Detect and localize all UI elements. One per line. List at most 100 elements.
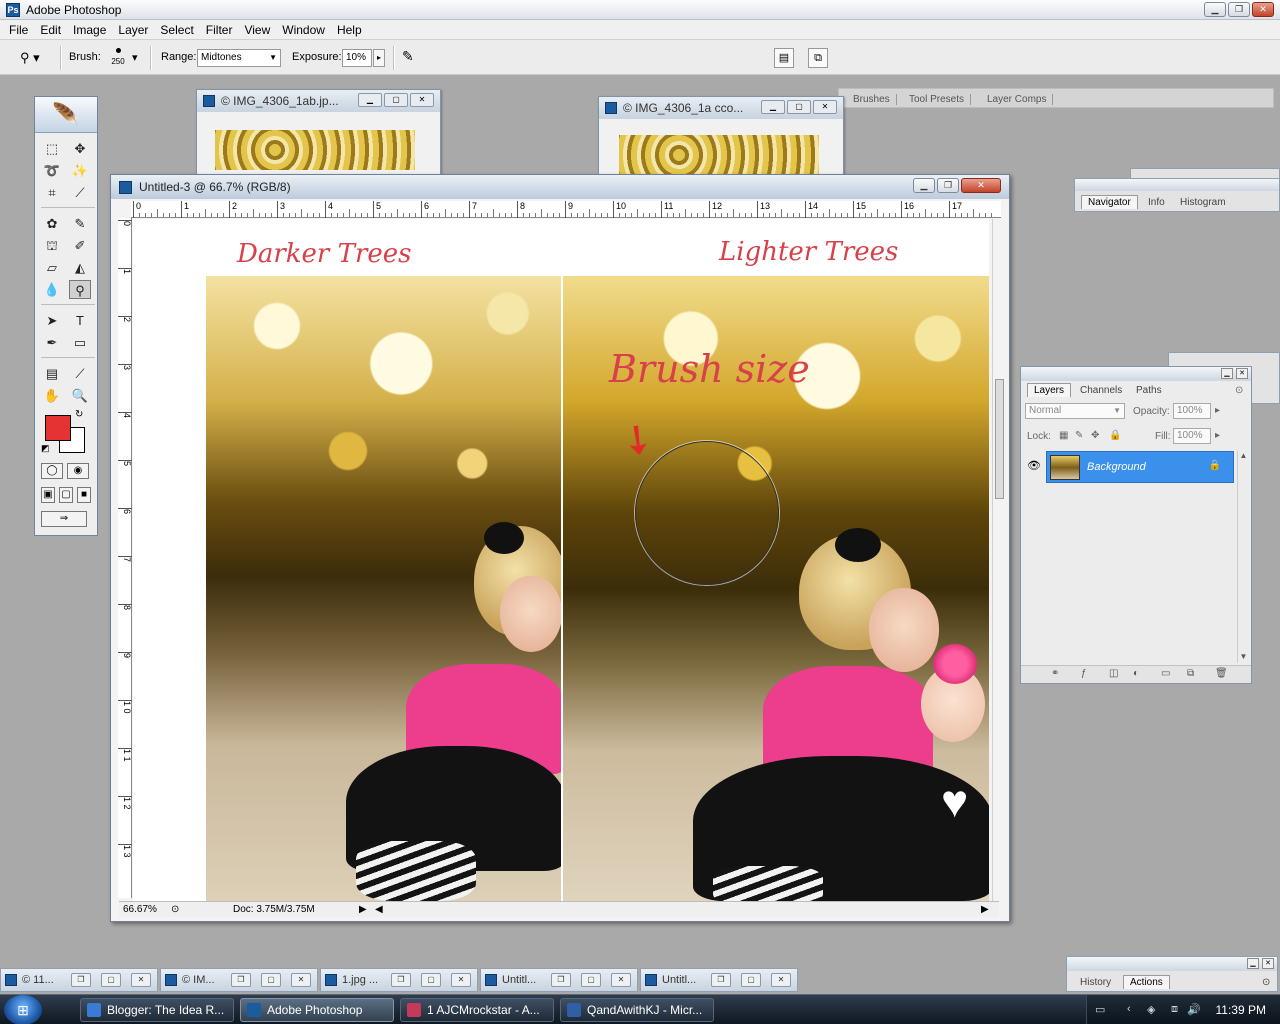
eyedropper-icon[interactable]: ⟋ <box>69 364 91 383</box>
restore-button[interactable]: ❐ <box>551 973 571 987</box>
trash-icon[interactable]: 🗑 <box>1215 668 1228 679</box>
restore-button[interactable]: ❐ <box>711 973 731 987</box>
document-window-img-4306-1ab[interactable]: © IMG_4306_1ab.jp... ▁ ▢ ✕ <box>196 89 441 179</box>
minimize-button[interactable]: ▁ <box>913 178 935 193</box>
path-select-icon[interactable]: ➤ <box>41 311 63 330</box>
vertical-scrollbar[interactable] <box>992 219 1006 901</box>
foreground-color-swatch[interactable] <box>45 415 71 441</box>
close-button[interactable]: ✕ <box>131 973 151 987</box>
brush-icon[interactable]: ✎ <box>69 214 91 233</box>
restore-button[interactable]: ❐ <box>1228 2 1250 17</box>
swap-colors-icon[interactable]: ↻ <box>75 409 83 420</box>
quick-mask-button[interactable]: ◉ <box>67 463 89 479</box>
menu-image[interactable]: Image <box>67 23 112 37</box>
scroll-left-icon[interactable]: ◀ <box>375 904 383 915</box>
standard-mode-button[interactable]: ◯ <box>41 463 63 479</box>
volume-icon[interactable]: 🔊 <box>1187 1003 1201 1016</box>
minimize-button[interactable]: ▁ <box>358 93 382 107</box>
adjustment-layer-icon[interactable]: ◐ <box>1133 668 1139 679</box>
vertical-ruler[interactable]: 01234567891 01 11 21 3 <box>118 218 132 898</box>
tray-app-icon[interactable]: ◈ <box>1147 1003 1155 1016</box>
palette-toggle-icon[interactable]: ⧉ <box>808 48 828 68</box>
history-brush-icon[interactable]: ✐ <box>69 236 91 255</box>
chevron-down-icon[interactable]: ▾ <box>132 51 138 64</box>
close-button[interactable]: ✕ <box>1236 368 1248 379</box>
maximize-button[interactable]: ▢ <box>421 973 441 987</box>
fill-slider-button[interactable]: ▸ <box>1215 430 1220 441</box>
menu-view[interactable]: View <box>238 23 276 37</box>
lasso-icon[interactable]: ➰ <box>41 161 63 180</box>
document-window-img-4306-1a[interactable]: © IMG_4306_1a cco... ▁ ▢ ✕ <box>598 96 844 179</box>
lock-all-icon[interactable]: 🔒 <box>1109 430 1121 441</box>
tab-histogram[interactable]: Histogram <box>1175 197 1231 208</box>
restore-button[interactable]: ❐ <box>231 973 251 987</box>
range-select[interactable]: Midtones ▼ <box>197 49 281 67</box>
menu-filter[interactable]: Filter <box>200 23 239 37</box>
move-icon[interactable]: ✥ <box>69 139 91 158</box>
jump-to-imageready-icon[interactable]: ⇒ <box>41 511 87 527</box>
tab-actions[interactable]: Actions <box>1123 975 1170 989</box>
lock-image-icon[interactable]: ✎ <box>1075 430 1083 441</box>
maximize-button[interactable]: ▢ <box>581 973 601 987</box>
zoom-level[interactable]: 66.67% <box>123 904 157 915</box>
tool-preset-picker[interactable]: ⚲ ▾ <box>20 50 52 66</box>
zoom-icon[interactable]: 🔍 <box>69 386 91 405</box>
clock[interactable]: 11:39 PM <box>1216 1003 1266 1017</box>
minimized-window[interactable]: © 11... ❐ ▢ ✕ <box>0 968 158 992</box>
screen-mode-full-icon[interactable]: ■ <box>77 487 91 503</box>
layer-row-background[interactable]: Background 🔒 <box>1046 451 1234 483</box>
taskbar-item-ajcmrockstar[interactable]: 1 AJCMrockstar - A... <box>400 998 554 1022</box>
pen-icon[interactable]: ✒ <box>41 333 63 352</box>
minimize-button[interactable]: ▁ <box>1204 2 1226 17</box>
menu-file[interactable]: File <box>3 23 34 37</box>
new-group-icon[interactable]: ▭ <box>1161 668 1170 679</box>
close-button[interactable]: ✕ <box>1252 2 1274 17</box>
minimized-window[interactable]: © IM... ❐ ▢ ✕ <box>160 968 318 992</box>
link-layers-icon[interactable]: ⚭ <box>1051 668 1059 679</box>
document-window-untitled-3[interactable]: Untitled-3 @ 66.7% (RGB/8) ▁ ❐ ✕ 0123456… <box>110 174 1010 922</box>
slice-icon[interactable]: ⟋ <box>69 183 91 202</box>
blend-mode-select[interactable]: Normal ▼ <box>1025 403 1125 419</box>
close-button[interactable]: ✕ <box>410 93 434 107</box>
tab-tool-presets[interactable]: Tool Presets <box>903 94 972 105</box>
marquee-icon[interactable]: ⬚ <box>41 139 63 158</box>
restore-button[interactable]: ❐ <box>391 973 411 987</box>
healing-icon[interactable]: ✿ <box>41 214 63 233</box>
minimized-window[interactable]: Untitl... ❐ ▢ ✕ <box>480 968 638 992</box>
menu-edit[interactable]: Edit <box>34 23 67 37</box>
exposure-slider-button[interactable]: ▸ <box>373 49 385 67</box>
menu-select[interactable]: Select <box>154 23 199 37</box>
eraser-icon[interactable]: ▱ <box>41 258 63 277</box>
maximize-button[interactable]: ▢ <box>101 973 121 987</box>
start-button[interactable]: ⊞ <box>4 995 42 1024</box>
close-button[interactable]: ✕ <box>771 973 791 987</box>
taskbar-item-qandawithkj[interactable]: QandAwithKJ - Micr... <box>560 998 714 1022</box>
scrollbar-thumb[interactable] <box>995 379 1004 499</box>
crop-icon[interactable]: ⌗ <box>41 183 63 202</box>
panel-menu-icon[interactable]: ⊙ <box>1257 977 1275 988</box>
file-browser-icon[interactable]: ▤ <box>774 48 794 68</box>
feather-icon[interactable]: 🪶 <box>35 97 97 133</box>
status-menu-arrow-icon[interactable]: ▶ <box>359 904 367 915</box>
status-info-icon[interactable]: ⊙ <box>171 904 179 915</box>
lock-position-icon[interactable]: ✥ <box>1091 430 1099 441</box>
eye-icon[interactable]: 👁 <box>1027 459 1041 472</box>
image-canvas[interactable]: Darker Trees Lighter Trees ♥ Brush size … <box>133 219 989 901</box>
close-button[interactable]: ✕ <box>961 178 1001 193</box>
new-layer-icon[interactable]: ⧉ <box>1187 668 1194 679</box>
close-button[interactable]: ✕ <box>1262 958 1274 969</box>
minimized-window[interactable]: 1.jpg ... ❐ ▢ ✕ <box>320 968 478 992</box>
close-button[interactable]: ✕ <box>451 973 471 987</box>
show-desktop-icon[interactable]: ▭ <box>1095 1003 1105 1016</box>
hand-icon[interactable]: ✋ <box>41 386 63 405</box>
horizontal-ruler[interactable]: 0 1 2 3 4 5 6 7 8 9 10 11 12 13 14 15 16 17 <box>131 201 1001 218</box>
fill-input[interactable]: 100% <box>1173 428 1211 444</box>
network-icon[interactable]: ⧈ <box>1171 1003 1178 1016</box>
bucket-icon[interactable]: ◭ <box>69 258 91 277</box>
scroll-right-icon[interactable]: ▶ <box>981 904 989 915</box>
brush-picker[interactable]: 250 <box>104 46 132 72</box>
tab-history[interactable]: History <box>1075 977 1116 988</box>
panel-menu-icon[interactable]: ⊙ <box>1235 385 1243 396</box>
tab-layer-comps[interactable]: Layer Comps <box>981 94 1054 105</box>
tab-paths[interactable]: Paths <box>1131 385 1167 396</box>
